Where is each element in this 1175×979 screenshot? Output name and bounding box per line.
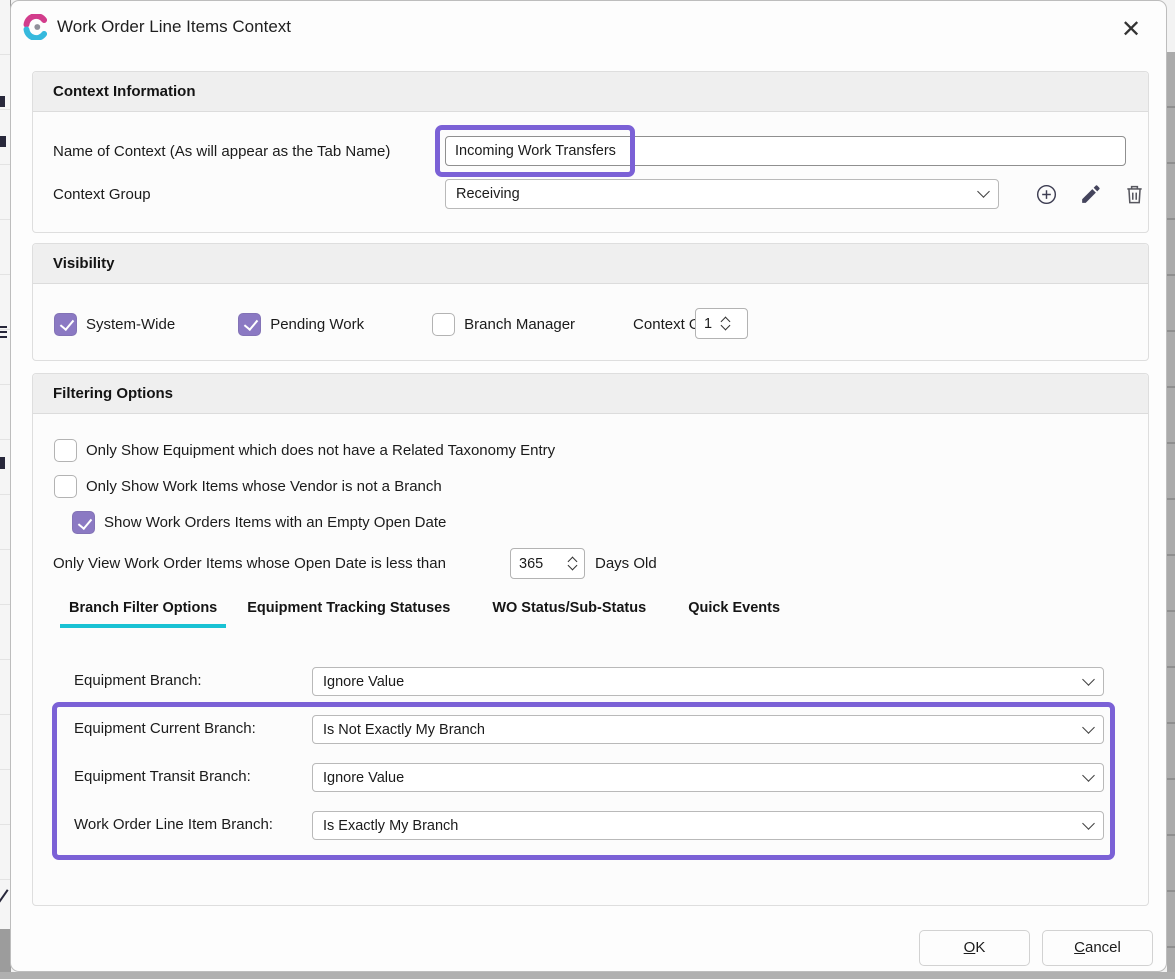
branch-manager-label: Branch Manager — [464, 316, 575, 333]
stepper-arrows-icon[interactable] — [722, 318, 729, 329]
delete-context-group-button[interactable] — [1121, 181, 1147, 207]
equipment-transit-branch-value: Ignore Value — [323, 770, 1084, 786]
days-old-label: Days Old — [595, 555, 657, 572]
system-wide-label: System-Wide — [86, 316, 175, 333]
checkbox-icon[interactable] — [54, 313, 77, 336]
tab-wo-status-sub-status[interactable]: WO Status/Sub-Status — [483, 596, 655, 628]
cancel-button[interactable]: Cancel — [1042, 930, 1153, 966]
pending-work-label: Pending Work — [270, 316, 364, 333]
days-old-stepper[interactable]: 365 — [510, 548, 585, 579]
checkbox-icon[interactable] — [72, 511, 95, 534]
context-name-input[interactable]: Incoming Work Transfers — [445, 136, 1126, 166]
wo-line-item-branch-dropdown[interactable]: Is Exactly My Branch — [312, 811, 1104, 840]
name-of-context-label: Name of Context (As will appear as the T… — [53, 143, 390, 160]
background-text-fragment — [0, 96, 5, 107]
chevron-down-icon — [1082, 721, 1095, 734]
background-text-fragment — [0, 326, 7, 328]
visibility-group: Visibility System-Wide Pending Work Bran… — [32, 243, 1149, 361]
wo-line-item-branch-label: Work Order Line Item Branch: — [74, 816, 273, 833]
checkbox-icon[interactable] — [54, 475, 77, 498]
equipment-current-branch-value: Is Not Exactly My Branch — [323, 722, 1084, 738]
system-wide-checkbox[interactable]: System-Wide — [54, 313, 175, 336]
background-window-right-edge — [1167, 52, 1175, 972]
stepper-arrows-icon[interactable] — [569, 558, 576, 569]
equipment-branch-dropdown[interactable]: Ignore Value — [312, 667, 1104, 696]
filter-tabs: Branch Filter Options Equipment Tracking… — [60, 596, 801, 628]
equipment-branch-label: Equipment Branch: — [74, 672, 202, 689]
ok-button[interactable]: OK — [919, 930, 1030, 966]
context-name-value: Incoming Work Transfers — [455, 143, 616, 159]
context-order-stepper[interactable]: 1 — [695, 308, 748, 339]
plus-circle-icon — [1035, 183, 1058, 206]
vendor-not-branch-label: Only Show Work Items whose Vendor is not… — [86, 478, 442, 495]
tab-quick-events[interactable]: Quick Events — [679, 596, 789, 628]
app-logo-icon — [23, 14, 49, 40]
background-text-fragment — [0, 889, 9, 907]
background-text-fragment — [0, 457, 5, 469]
add-context-group-button[interactable] — [1033, 181, 1059, 207]
days-old-value: 365 — [519, 556, 559, 572]
filtering-options-group: Filtering Options Only Show Equipment wh… — [32, 373, 1149, 906]
background-text-fragment — [0, 136, 6, 147]
pending-work-checkbox[interactable]: Pending Work — [238, 313, 364, 336]
chevron-down-icon — [1082, 769, 1095, 782]
pencil-icon — [1079, 183, 1102, 206]
background-window-bottom-edge — [0, 972, 1175, 979]
edit-context-group-button[interactable] — [1077, 181, 1103, 207]
equipment-branch-value: Ignore Value — [323, 674, 1084, 690]
close-icon[interactable]: ✕ — [1114, 12, 1148, 46]
background-text-fragment — [0, 336, 7, 338]
equipment-transit-branch-label: Equipment Transit Branch: — [74, 768, 251, 785]
background-text-fragment — [0, 331, 7, 333]
filtering-options-header: Filtering Options — [33, 374, 1148, 414]
tab-branch-filter-options[interactable]: Branch Filter Options — [60, 596, 226, 628]
dialog-title: Work Order Line Items Context — [57, 17, 291, 37]
context-information-header: Context Information — [33, 72, 1148, 112]
checkbox-icon[interactable] — [432, 313, 455, 336]
open-date-filter-label: Only View Work Order Items whose Open Da… — [53, 555, 446, 572]
checkbox-icon[interactable] — [54, 439, 77, 462]
chevron-down-icon — [977, 185, 990, 198]
wo-line-item-branch-value: Is Exactly My Branch — [323, 818, 1084, 834]
context-information-group: Context Information Name of Context (As … — [32, 71, 1149, 233]
equipment-transit-branch-dropdown[interactable]: Ignore Value — [312, 763, 1104, 792]
context-group-label: Context Group — [53, 186, 151, 203]
taxonomy-filter-checkbox[interactable]: Only Show Equipment which does not have … — [54, 439, 555, 462]
vendor-not-branch-checkbox[interactable]: Only Show Work Items whose Vendor is not… — [54, 475, 442, 498]
taxonomy-filter-label: Only Show Equipment which does not have … — [86, 442, 555, 459]
context-group-value: Receiving — [456, 186, 979, 202]
tab-equipment-tracking-statuses[interactable]: Equipment Tracking Statuses — [238, 596, 459, 628]
dialog-titlebar[interactable]: Work Order Line Items Context ✕ — [11, 1, 1166, 55]
equipment-current-branch-dropdown[interactable]: Is Not Exactly My Branch — [312, 715, 1104, 744]
trash-icon — [1123, 183, 1146, 206]
empty-open-date-checkbox[interactable]: Show Work Orders Items with an Empty Ope… — [72, 511, 446, 534]
branch-manager-checkbox[interactable]: Branch Manager — [432, 313, 575, 336]
empty-open-date-label: Show Work Orders Items with an Empty Ope… — [104, 514, 446, 531]
chevron-down-icon — [1082, 817, 1095, 830]
equipment-current-branch-label: Equipment Current Branch: — [74, 720, 256, 737]
context-order-value: 1 — [704, 316, 712, 332]
work-order-context-dialog: Work Order Line Items Context ✕ Context … — [10, 0, 1167, 972]
visibility-header: Visibility — [33, 244, 1148, 284]
checkbox-icon[interactable] — [238, 313, 261, 336]
chevron-down-icon — [1082, 673, 1095, 686]
context-group-dropdown[interactable]: Receiving — [445, 179, 999, 209]
